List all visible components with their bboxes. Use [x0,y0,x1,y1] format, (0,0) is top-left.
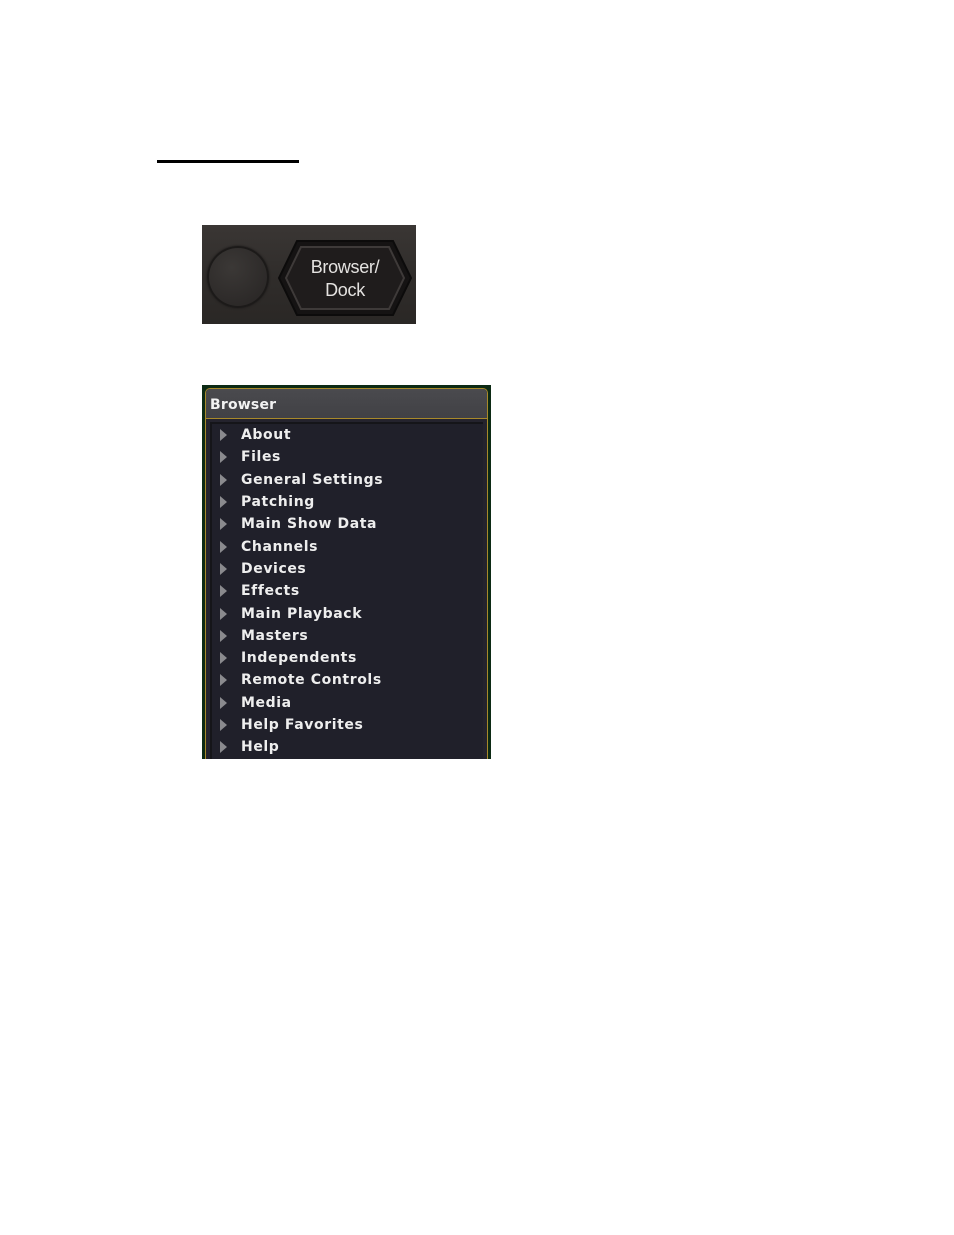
browser-item-general-settings[interactable]: General Settings [212,469,483,491]
browser-item-label: Files [241,449,281,466]
browser-item-independents[interactable]: Independents [212,647,483,669]
expand-arrow-icon[interactable] [220,496,227,509]
expand-arrow-icon[interactable] [220,674,227,687]
browser-menu-list: About Files General Settings Patching Ma… [210,422,483,759]
expand-arrow-icon[interactable] [220,540,227,553]
expand-arrow-icon[interactable] [220,473,227,486]
browser-item-main-playback[interactable]: Main Playback [212,602,483,624]
expand-arrow-icon[interactable] [220,719,227,731]
browser-item-effects[interactable]: Effects [212,580,483,602]
browser-item-label: Main Playback [241,605,363,622]
browser-panel: Browser About Files General Settings Pat… [202,385,491,759]
browser-frame: Browser About Files General Settings Pat… [205,388,488,759]
expand-arrow-icon[interactable] [220,629,227,642]
browser-title: Browser [210,397,277,413]
browser-item-label: Devices [241,560,307,577]
heading-underline-rule [157,160,299,163]
browser-item-label: About [241,427,292,444]
browser-item-devices[interactable]: Devices [212,558,483,580]
browser-item-help[interactable]: Help [212,736,483,758]
expand-arrow-icon[interactable] [220,741,227,754]
browser-item-remote-controls[interactable]: Remote Controls [212,669,483,691]
expand-arrow-icon[interactable] [220,429,227,442]
browser-item-label: Channels [241,538,319,555]
browser-item-channels[interactable]: Channels [212,535,483,557]
browser-item-label: Help Favorites [241,717,364,733]
browser-item-masters[interactable]: Masters [212,625,483,647]
browser-item-label: Main Show Data [241,516,378,533]
browser-item-label: Media [241,694,292,711]
expand-arrow-icon[interactable] [220,451,227,464]
browser-header: Browser [206,389,487,419]
expand-arrow-icon[interactable] [220,518,227,531]
expand-arrow-icon[interactable] [220,652,227,665]
browser-item-main-show-data[interactable]: Main Show Data [212,513,483,535]
browser-dock-key: Browser/ Dock [277,237,413,319]
browser-item-label: General Settings [241,471,384,488]
expand-arrow-icon[interactable] [220,585,227,598]
expand-arrow-icon[interactable] [220,562,227,575]
expand-arrow-icon[interactable] [220,607,227,620]
browser-item-label: Remote Controls [241,672,382,689]
browser-item-label: Masters [241,627,309,644]
hardware-keys-photo: Browser/ Dock [202,225,416,324]
browser-dock-key-label: Browser/ Dock [310,257,380,300]
expand-arrow-icon[interactable] [220,696,227,709]
browser-item-patching[interactable]: Patching [212,491,483,513]
browser-item-label: Effects [241,583,300,600]
browser-item-label: Help [241,739,280,756]
browser-item-label: Independents [241,650,357,667]
browser-item-help-favorites[interactable]: Help Favorites [212,714,483,736]
browser-item-label: Patching [241,494,315,511]
browser-item-files[interactable]: Files [212,446,483,468]
browser-item-media[interactable]: Media [212,692,483,714]
browser-item-about[interactable]: About [212,424,483,446]
round-hardware-key [207,246,269,308]
